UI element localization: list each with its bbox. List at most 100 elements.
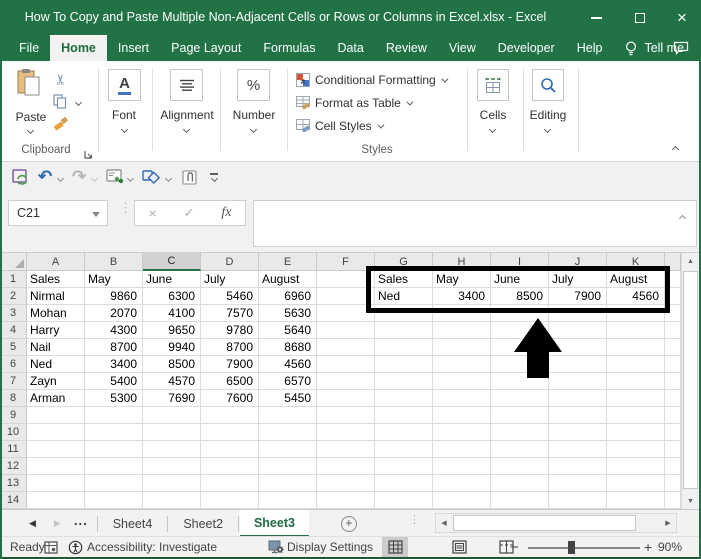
cell-K3[interactable]: [607, 305, 665, 322]
cell-partial-7[interactable]: [665, 373, 681, 390]
collapse-ribbon-button[interactable]: [671, 139, 683, 154]
cell-C13[interactable]: [143, 475, 201, 492]
redo-button[interactable]: ↷: [72, 166, 86, 188]
cell-B6[interactable]: 3400: [85, 356, 143, 373]
cell-B14[interactable]: [85, 492, 143, 509]
cell-G13[interactable]: [375, 475, 433, 492]
cell-A7[interactable]: Zayn: [27, 373, 85, 390]
cell-J2[interactable]: 7900: [549, 288, 607, 305]
cut-icon[interactable]: ✂: [52, 74, 69, 86]
cell-F12[interactable]: [317, 458, 375, 475]
cell-A11[interactable]: [27, 441, 85, 458]
cell-B9[interactable]: [85, 407, 143, 424]
column-header-C[interactable]: C: [143, 253, 201, 271]
cell-C8[interactable]: 7690: [143, 390, 201, 407]
cell-E9[interactable]: [259, 407, 317, 424]
column-header-K[interactable]: K: [607, 253, 665, 271]
number-dropdown-icon[interactable]: [249, 125, 258, 134]
cell-A10[interactable]: [27, 424, 85, 441]
customize-quick-access-button[interactable]: [210, 166, 218, 188]
cell-H13[interactable]: [433, 475, 491, 492]
cell-B12[interactable]: [85, 458, 143, 475]
row-header-4[interactable]: 4: [0, 322, 27, 339]
cell-A8[interactable]: Arman: [27, 390, 85, 407]
cell-G2[interactable]: Ned: [375, 288, 433, 305]
tab-formulas[interactable]: Formulas: [252, 35, 326, 61]
cell-K1[interactable]: August: [607, 271, 665, 288]
cell-J13[interactable]: [549, 475, 607, 492]
cell-F3[interactable]: [317, 305, 375, 322]
cell-G9[interactable]: [375, 407, 433, 424]
cell-E14[interactable]: [259, 492, 317, 509]
row-header-13[interactable]: 13: [0, 475, 27, 492]
cell-E2[interactable]: 6960: [259, 288, 317, 305]
cell-F7[interactable]: [317, 373, 375, 390]
cell-A5[interactable]: Nail: [27, 339, 85, 356]
cell-D14[interactable]: [201, 492, 259, 509]
cells-dropdown-icon[interactable]: [488, 125, 497, 134]
tab-help[interactable]: Help: [566, 35, 614, 61]
insert-function-icon[interactable]: fx: [221, 205, 231, 221]
cell-D7[interactable]: 6500: [201, 373, 259, 390]
cell-B10[interactable]: [85, 424, 143, 441]
cell-C9[interactable]: [143, 407, 201, 424]
save-sync-button[interactable]: [12, 166, 30, 188]
cell-G11[interactable]: [375, 441, 433, 458]
cell-D1[interactable]: July: [201, 271, 259, 288]
cell-A12[interactable]: [27, 458, 85, 475]
cell-H2[interactable]: 3400: [433, 288, 491, 305]
cell-K5[interactable]: [607, 339, 665, 356]
cell-H9[interactable]: [433, 407, 491, 424]
cell-I13[interactable]: [491, 475, 549, 492]
cell-D8[interactable]: 7600: [201, 390, 259, 407]
row-header-6[interactable]: 6: [0, 356, 27, 373]
zoom-slider-handle[interactable]: [568, 541, 575, 554]
cell-E12[interactable]: [259, 458, 317, 475]
cell-partial-1[interactable]: [665, 271, 681, 288]
prev-sheet-icon[interactable]: ◀: [20, 518, 45, 529]
cell-K12[interactable]: [607, 458, 665, 475]
cell-G6[interactable]: [375, 356, 433, 373]
cell-C5[interactable]: 9940: [143, 339, 201, 356]
column-header-I[interactable]: I: [491, 253, 549, 271]
cell-K6[interactable]: [607, 356, 665, 373]
tab-insert[interactable]: Insert: [107, 35, 160, 61]
close-button[interactable]: ×: [665, 0, 699, 35]
cell-partial-9[interactable]: [665, 407, 681, 424]
cell-partial-14[interactable]: [665, 492, 681, 509]
undo-dropdown-icon[interactable]: [56, 174, 65, 183]
format-painter-icon[interactable]: [53, 116, 68, 136]
share-button[interactable]: [106, 166, 124, 188]
cell-C6[interactable]: 8500: [143, 356, 201, 373]
vertical-scrollbar-thumb[interactable]: [683, 271, 698, 489]
cell-A14[interactable]: [27, 492, 85, 509]
cell-H3[interactable]: [433, 305, 491, 322]
undo-button[interactable]: ↶: [38, 166, 52, 188]
cell-B11[interactable]: [85, 441, 143, 458]
alignment-dropdown-icon[interactable]: [182, 125, 191, 134]
cell-G7[interactable]: [375, 373, 433, 390]
scroll-down-icon[interactable]: ▼: [682, 493, 699, 509]
cell-A4[interactable]: Harry: [27, 322, 85, 339]
cell-I11[interactable]: [491, 441, 549, 458]
format-as-table-button[interactable]: Format as Table: [296, 96, 414, 110]
cell-H8[interactable]: [433, 390, 491, 407]
tab-view[interactable]: View: [438, 35, 487, 61]
cell-A9[interactable]: [27, 407, 85, 424]
cancel-icon[interactable]: ×: [148, 205, 156, 221]
cell-D11[interactable]: [201, 441, 259, 458]
cell-C4[interactable]: 9650: [143, 322, 201, 339]
cell-C7[interactable]: 4570: [143, 373, 201, 390]
conditional-formatting-button[interactable]: ≠ Conditional Formatting: [296, 73, 449, 87]
cell-K7[interactable]: [607, 373, 665, 390]
name-box[interactable]: C21: [8, 200, 108, 226]
cell-I14[interactable]: [491, 492, 549, 509]
cell-C12[interactable]: [143, 458, 201, 475]
cell-G10[interactable]: [375, 424, 433, 441]
cell-F8[interactable]: [317, 390, 375, 407]
cell-F14[interactable]: [317, 492, 375, 509]
tab-review[interactable]: Review: [375, 35, 438, 61]
row-header-7[interactable]: 7: [0, 373, 27, 390]
column-header-E[interactable]: E: [259, 253, 317, 271]
cell-F13[interactable]: [317, 475, 375, 492]
